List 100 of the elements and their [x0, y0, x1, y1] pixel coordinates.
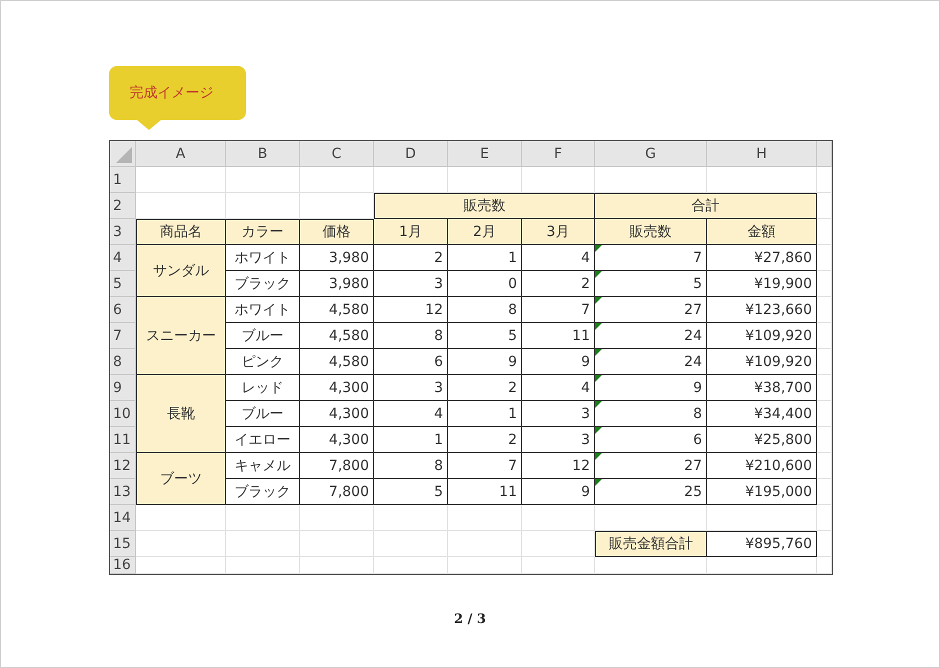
- table-cell: ホワイト: [226, 245, 300, 271]
- empty-cell: [817, 505, 832, 531]
- table-cell: 5: [595, 271, 707, 297]
- table-cell: 8: [448, 297, 522, 323]
- empty-cell: [817, 479, 832, 505]
- empty-cell: [817, 349, 832, 375]
- table-cell: ¥25,800: [707, 427, 817, 453]
- row-header[interactable]: 13: [110, 479, 136, 505]
- select-all-icon[interactable]: [116, 147, 132, 163]
- table-cell: 5: [448, 323, 522, 349]
- callout-label: 完成イメージ: [109, 66, 246, 130]
- product-name: サンダル: [136, 245, 226, 297]
- table-cell: 3: [522, 427, 595, 453]
- column-header[interactable]: G: [595, 141, 707, 167]
- table-cell: 25: [595, 479, 707, 505]
- table-cell: 7: [522, 297, 595, 323]
- table-cell: ¥38,700: [707, 375, 817, 401]
- table-cell: 2: [448, 375, 522, 401]
- table-cell: 27: [595, 297, 707, 323]
- row-header[interactable]: 5: [110, 271, 136, 297]
- table-cell: 3: [522, 401, 595, 427]
- table-cell: 2: [522, 271, 595, 297]
- column-title: カラー: [226, 219, 300, 245]
- table-cell: 8: [374, 323, 448, 349]
- table-cell: 27: [595, 453, 707, 479]
- column-title: 1月: [374, 219, 448, 245]
- column-header[interactable]: C: [300, 141, 374, 167]
- row-header[interactable]: 9: [110, 375, 136, 401]
- column-header[interactable]: D: [374, 141, 448, 167]
- column-header[interactable]: B: [226, 141, 300, 167]
- row-header[interactable]: 10: [110, 401, 136, 427]
- column-header[interactable]: H: [707, 141, 817, 167]
- total-value: ¥895,760: [707, 531, 817, 557]
- row-header[interactable]: 7: [110, 323, 136, 349]
- table-cell: ¥123,660: [707, 297, 817, 323]
- row-header[interactable]: 6: [110, 297, 136, 323]
- table-cell: 8: [374, 453, 448, 479]
- row-header[interactable]: 12: [110, 453, 136, 479]
- row-header[interactable]: 11: [110, 427, 136, 453]
- empty-cell: [817, 453, 832, 479]
- table-cell: 2: [374, 245, 448, 271]
- product-name: スニーカー: [136, 297, 226, 375]
- row-header[interactable]: 4: [110, 245, 136, 271]
- table-cell: 3,980: [300, 245, 374, 271]
- empty-cell: [817, 323, 832, 349]
- table-cell: ¥109,920: [707, 349, 817, 375]
- empty-column-header[interactable]: [817, 141, 832, 167]
- table-cell: 9: [522, 479, 595, 505]
- table-cell: ブラック: [226, 479, 300, 505]
- column-header[interactable]: A: [136, 141, 226, 167]
- table-cell: ¥195,000: [707, 479, 817, 505]
- total-label: 販売金額合計: [595, 531, 707, 557]
- table-cell: 11: [448, 479, 522, 505]
- table-cell: 8: [595, 401, 707, 427]
- row-header[interactable]: 8: [110, 349, 136, 375]
- table-cell: 12: [522, 453, 595, 479]
- table-cell: ブルー: [226, 401, 300, 427]
- table-cell: ブラック: [226, 271, 300, 297]
- table-cell: 5: [374, 479, 448, 505]
- table-cell: ¥19,900: [707, 271, 817, 297]
- table-cell: 24: [595, 349, 707, 375]
- row-header[interactable]: 16: [110, 557, 136, 574]
- table-cell: ¥27,860: [707, 245, 817, 271]
- table-cell: ¥34,400: [707, 401, 817, 427]
- table-cell: 7: [595, 245, 707, 271]
- table-cell: 9: [595, 375, 707, 401]
- table-cell: 11: [522, 323, 595, 349]
- table-cell: ピンク: [226, 349, 300, 375]
- empty-cell: [817, 531, 832, 557]
- column-title: 販売数: [595, 219, 707, 245]
- row-header[interactable]: 3: [110, 219, 136, 245]
- row-header[interactable]: 14: [110, 505, 136, 531]
- table-cell: 24: [595, 323, 707, 349]
- product-name: ブーツ: [136, 453, 226, 505]
- row-header[interactable]: 15: [110, 531, 136, 557]
- column-title: 価格: [300, 219, 374, 245]
- row-header[interactable]: 2: [110, 193, 136, 219]
- table-cell: 4,580: [300, 349, 374, 375]
- table-cell: 1: [448, 401, 522, 427]
- table-cell: ブルー: [226, 323, 300, 349]
- empty-cell: [817, 401, 832, 427]
- group-header: 販売数: [374, 193, 595, 219]
- table-cell: 3: [374, 271, 448, 297]
- column-header[interactable]: E: [448, 141, 522, 167]
- table-cell: 0: [448, 271, 522, 297]
- table-cell: 7,800: [300, 453, 374, 479]
- table-cell: 4,580: [300, 323, 374, 349]
- table-cell: 1: [448, 245, 522, 271]
- empty-cell: [817, 219, 832, 245]
- column-title: 商品名: [136, 219, 226, 245]
- table-cell: 4,300: [300, 375, 374, 401]
- column-title: 金額: [707, 219, 817, 245]
- column-title: 2月: [448, 219, 522, 245]
- table-cell: ホワイト: [226, 297, 300, 323]
- table-cell: イエロー: [226, 427, 300, 453]
- table-cell: 4: [522, 375, 595, 401]
- row-header[interactable]: 1: [110, 167, 136, 193]
- column-header[interactable]: F: [522, 141, 595, 167]
- table-cell: 3,980: [300, 271, 374, 297]
- table-cell: 6: [374, 349, 448, 375]
